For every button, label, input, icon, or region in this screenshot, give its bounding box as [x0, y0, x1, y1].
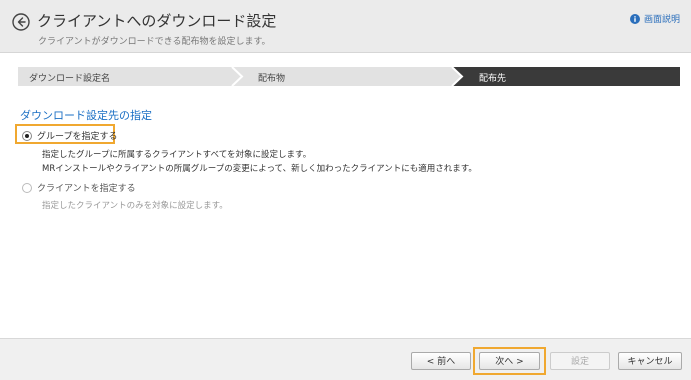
radio-client-option[interactable]: クライアントを指定する: [22, 181, 136, 194]
wizard-stepper: ダウンロード設定名 配布物 配布先: [18, 67, 680, 86]
radio-client-label: クライアントを指定する: [37, 184, 136, 194]
footer-bar: < 前へ 次へ > 設定 キャンセル: [0, 338, 691, 380]
page-subtitle: クライアントがダウンロードできる配布物を設定します。: [38, 37, 271, 47]
section-title: ダウンロード設定先の指定: [20, 109, 152, 122]
radio-group-option[interactable]: グループを指定する: [22, 129, 117, 142]
info-icon: [629, 13, 640, 24]
next-button[interactable]: 次へ >: [479, 352, 540, 370]
cancel-button[interactable]: キャンセル: [618, 352, 682, 370]
step-label-3: 配布先: [479, 74, 507, 84]
set-button[interactable]: 設定: [550, 352, 610, 370]
radio-client[interactable]: [22, 182, 32, 193]
page-header: クライアントへのダウンロード設定 クライアントがダウンロードできる配布物を設定し…: [0, 0, 691, 53]
group-desc-line-2: MRインストールやクライアントの所属グループの変更によって、新しく加わったクライ…: [42, 164, 477, 174]
arrow-left-circle-icon: [12, 13, 30, 31]
prev-button[interactable]: < 前へ: [411, 352, 471, 370]
step-label-2: 配布物: [258, 74, 286, 84]
page-title: クライアントへのダウンロード設定: [37, 12, 277, 30]
client-desc-line-1: 指定したクライアントのみを対象に設定します。: [42, 201, 228, 211]
radio-group[interactable]: [22, 130, 32, 141]
back-button[interactable]: [12, 13, 30, 31]
radio-group-label: グループを指定する: [37, 132, 118, 142]
help-link[interactable]: 画面説明: [629, 12, 680, 25]
stepper-background: [18, 67, 680, 86]
help-link-label: 画面説明: [643, 15, 680, 25]
group-desc-line-1: 指定したグループに所属するクライアントすべてを対象に設定します。: [42, 150, 312, 160]
step-label-1: ダウンロード設定名: [29, 74, 111, 84]
